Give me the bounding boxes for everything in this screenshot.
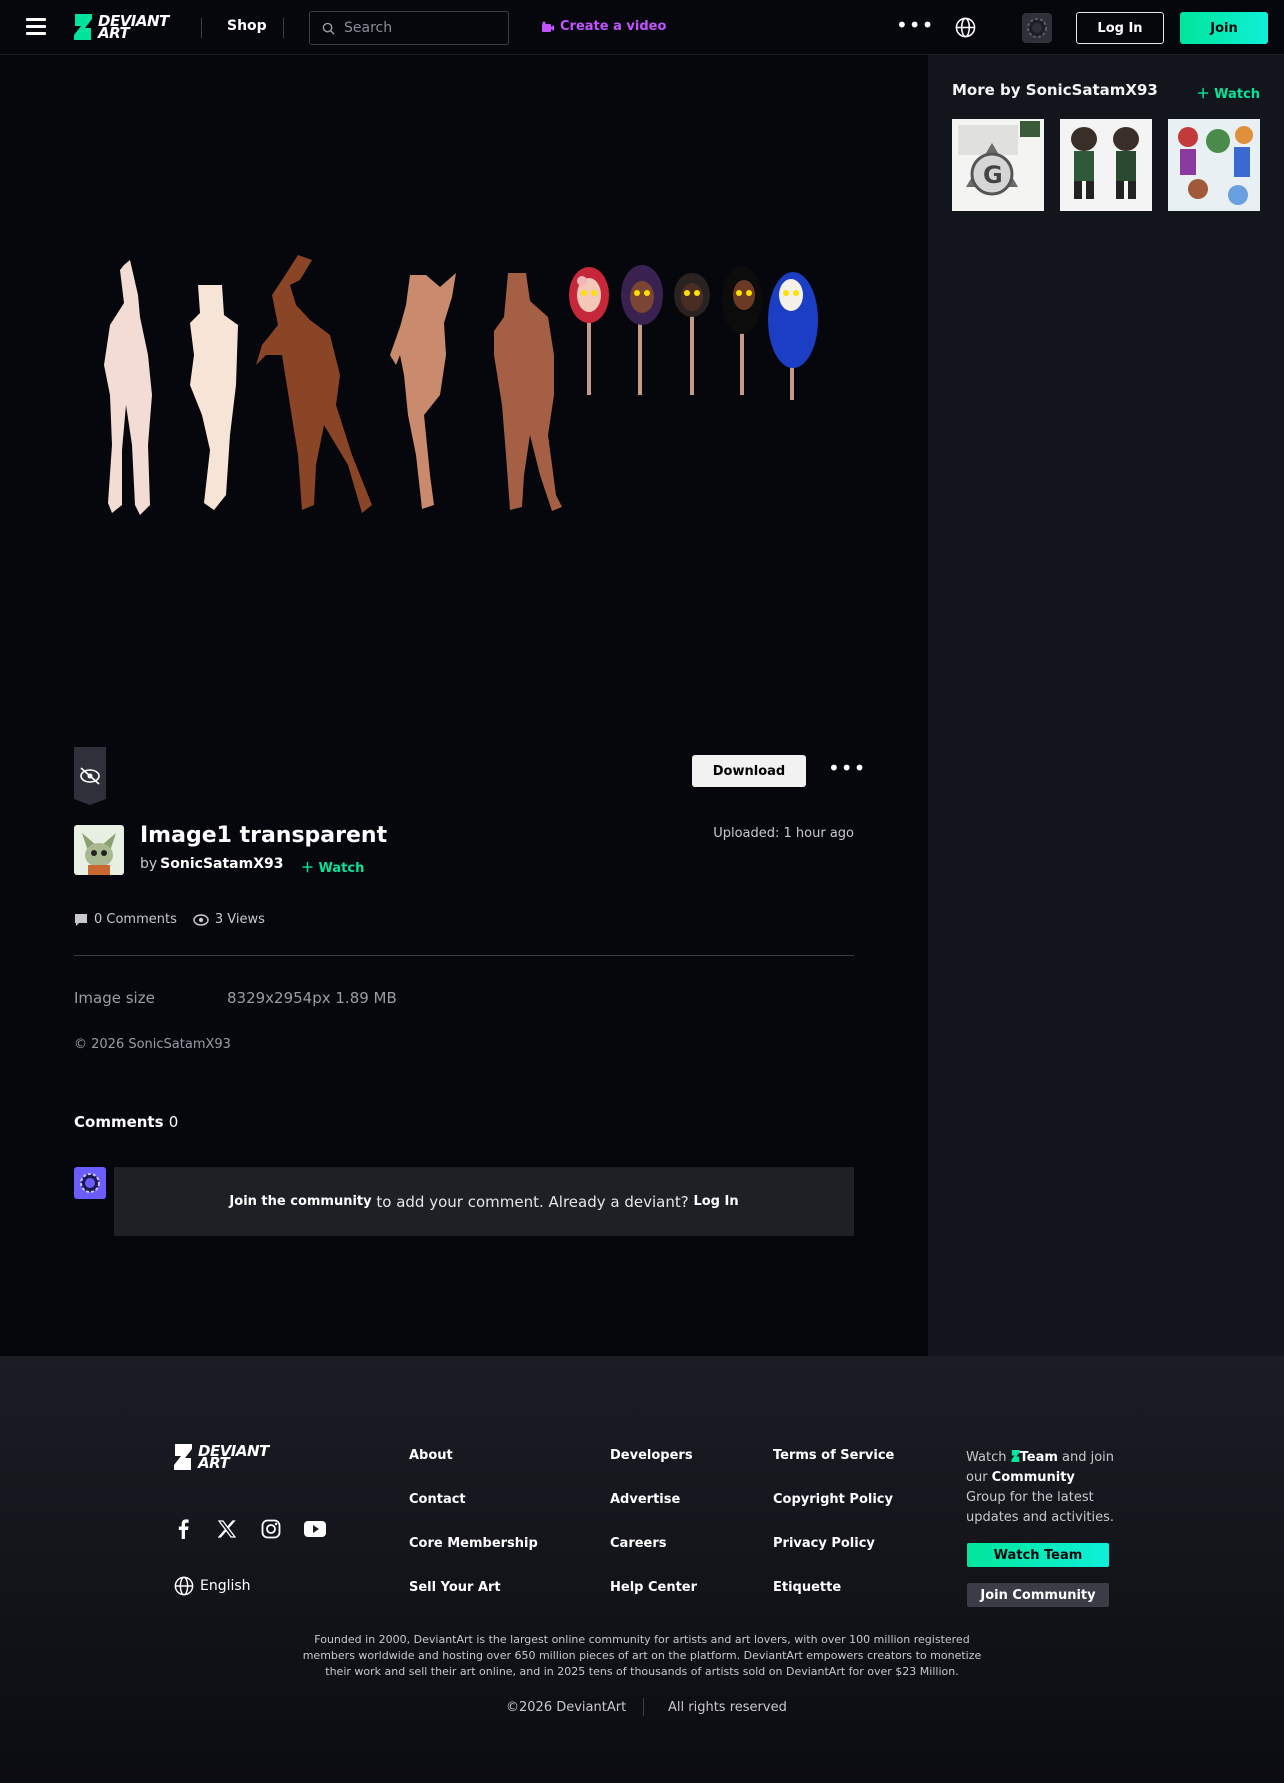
more-by-sidebar: More by SonicSatamX93 ＋ Watch G — [928, 55, 1284, 1356]
sidebar-watch-button[interactable]: ＋ Watch — [1197, 83, 1260, 102]
by-line: by SonicSatamX93 — [140, 856, 283, 872]
footer-logo[interactable]: DEVIANT ART — [174, 1442, 269, 1472]
join-community-link[interactable]: Join the community — [229, 1194, 371, 1209]
comment-icon — [75, 913, 87, 926]
join-button[interactable]: Join — [1180, 12, 1268, 44]
views-stat: 3 Views — [193, 912, 265, 927]
video-camera-icon — [542, 21, 554, 32]
deviantart-mark-icon — [1010, 1450, 1020, 1462]
deviantart-mark-icon — [74, 14, 92, 40]
footer: DEVIANT ART English About Contact Core M… — [0, 1356, 1284, 1783]
thumbnail-1-image: G — [952, 119, 1044, 211]
header-divider — [283, 18, 284, 38]
download-button[interactable]: Download — [692, 755, 806, 787]
menu-icon[interactable] — [26, 18, 46, 36]
footer-link-terms[interactable]: Terms of Service — [773, 1448, 894, 1463]
image-size-label: Image size — [74, 989, 155, 1007]
instagram-icon[interactable] — [260, 1518, 282, 1540]
deviation-copyright: © 2026 SonicSatamX93 — [74, 1037, 231, 1052]
join-community-button[interactable]: Join Community — [967, 1583, 1109, 1607]
watch-team-blurb: Watch Team and join our Community Group … — [966, 1450, 1115, 1525]
comment-login-link[interactable]: Log In — [693, 1194, 738, 1209]
artwork-stage — [0, 55, 928, 705]
youtube-icon[interactable] — [304, 1518, 326, 1540]
globe-icon — [174, 1576, 194, 1596]
deviation-title: Image1 transparent — [140, 823, 388, 848]
footer-link-advertise[interactable]: Advertise — [610, 1492, 680, 1507]
deviantart-logo[interactable]: DEVIANT ART — [74, 12, 169, 42]
author-watch-button[interactable]: ＋ Watch — [301, 857, 364, 876]
mature-content-badge[interactable] — [74, 747, 106, 805]
eye-icon — [193, 913, 209, 926]
footer-link-core-membership[interactable]: Core Membership — [409, 1536, 538, 1551]
social-links — [172, 1518, 348, 1540]
footer-link-help-center[interactable]: Help Center — [610, 1580, 697, 1595]
more-by-title: More by SonicSatamX93 — [952, 81, 1158, 99]
x-twitter-icon[interactable] — [216, 1518, 238, 1540]
deviantart-mark-icon — [174, 1444, 192, 1470]
deviation-details — [0, 705, 928, 1356]
footer-link-developers[interactable]: Developers — [610, 1448, 693, 1463]
create-video-link[interactable]: Create a video — [541, 19, 666, 34]
deviation-stats: 0 Comments 3 Views — [74, 912, 281, 927]
search-input[interactable] — [344, 18, 494, 38]
upload-time: Uploaded: 1 hour ago — [713, 826, 854, 841]
footer-divider — [643, 1698, 644, 1716]
footer-copyright: ©2026 DeviantArt — [506, 1700, 627, 1715]
comment-prompt-text: to add your comment. Already a deviant? — [371, 1192, 694, 1211]
language-selector[interactable]: English — [174, 1576, 251, 1596]
header-divider — [201, 18, 202, 38]
create-video-label: Create a video — [560, 19, 667, 34]
thumbnail-3-image — [1168, 119, 1260, 211]
figure-pale-1 — [104, 260, 152, 515]
author-avatar-image — [74, 825, 124, 875]
comments-stat[interactable]: 0 Comments — [74, 912, 177, 927]
footer-link-sell-your-art[interactable]: Sell Your Art — [409, 1580, 501, 1595]
globe-icon[interactable] — [955, 17, 976, 38]
facebook-icon[interactable] — [172, 1518, 194, 1540]
thumbnail-1[interactable]: G — [952, 119, 1044, 211]
artwork-image[interactable] — [0, 55, 928, 705]
thumbnail-3[interactable] — [1168, 119, 1260, 211]
login-button[interactable]: Log In — [1076, 12, 1164, 44]
author-avatar[interactable] — [74, 825, 124, 875]
footer-link-about[interactable]: About — [409, 1448, 453, 1463]
more-options-icon[interactable]: ••• — [896, 15, 934, 35]
footer-link-privacy-policy[interactable]: Privacy Policy — [773, 1536, 875, 1551]
shop-link[interactable]: Shop — [227, 18, 267, 34]
comments-heading: Comments 0 — [74, 1113, 179, 1131]
footer-link-careers[interactable]: Careers — [610, 1536, 667, 1551]
thumbnail-2[interactable] — [1060, 119, 1152, 211]
footer-link-contact[interactable]: Contact — [409, 1492, 466, 1507]
footer-about-text: Founded in 2000, DeviantArt is the large… — [302, 1633, 982, 1678]
guest-avatar[interactable] — [1022, 13, 1052, 43]
search-icon — [322, 22, 335, 35]
svg-text:G: G — [983, 161, 1003, 189]
watch-team-button[interactable]: Watch Team — [967, 1543, 1109, 1567]
thumbnail-2-image — [1060, 119, 1152, 211]
deviation-more-options-icon[interactable]: ••• — [828, 758, 866, 778]
top-bar: DEVIANT ART Shop Create a video ••• Log … — [0, 0, 1284, 55]
image-size-value: 8329x2954px 1.89 MB — [227, 989, 397, 1007]
logo-wordmark: DEVIANT ART — [98, 12, 169, 42]
author-name-link[interactable]: SonicSatamX93 — [160, 856, 283, 872]
footer-link-copyright-policy[interactable]: Copyright Policy — [773, 1492, 893, 1507]
comment-prompt: Join the community to add your comment. … — [114, 1167, 854, 1236]
search-box[interactable] — [309, 11, 509, 45]
by-label: by — [140, 856, 158, 872]
footer-rights: All rights reserved — [668, 1700, 787, 1715]
footer-link-etiquette[interactable]: Etiquette — [773, 1580, 841, 1595]
gear-avatar-icon — [1027, 18, 1047, 38]
footer-logo-wordmark: DEVIANT ART — [198, 1442, 269, 1472]
commenter-avatar — [74, 1167, 106, 1199]
gear-avatar-icon — [80, 1173, 100, 1193]
section-divider — [74, 955, 854, 956]
